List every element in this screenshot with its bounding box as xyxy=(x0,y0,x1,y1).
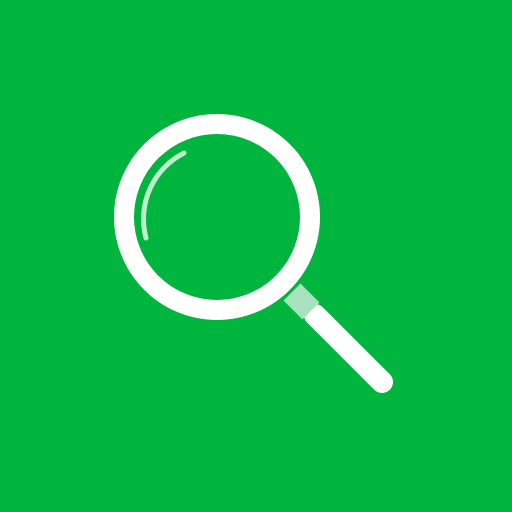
magnifying-glass-icon xyxy=(114,114,393,393)
magnifier-handle xyxy=(304,304,393,393)
magnifier-ferrule xyxy=(283,283,320,320)
app-icon-background xyxy=(0,0,512,512)
magnifier-lens-ring xyxy=(114,114,320,320)
